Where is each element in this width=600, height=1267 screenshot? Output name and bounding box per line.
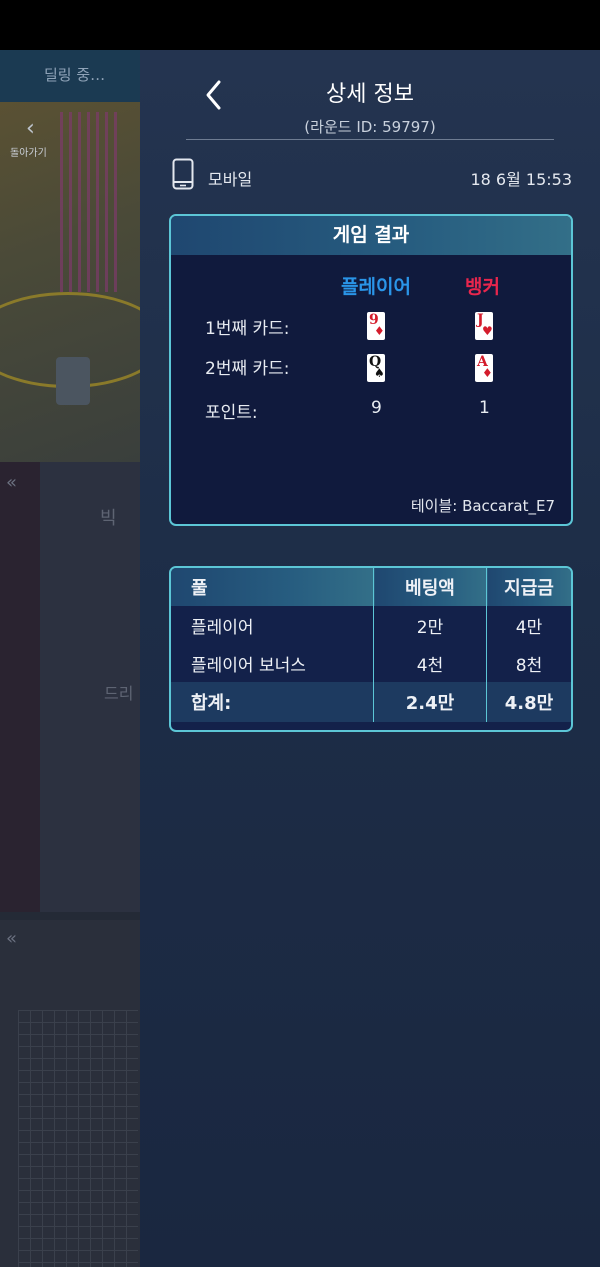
- table-row: 플레이어 2만 4만: [171, 606, 571, 644]
- background-back-icon: ‹: [26, 116, 35, 141]
- round-id: (라운드 ID: 59797): [304, 118, 436, 136]
- diamond-suit-icon: ♦: [374, 324, 385, 338]
- player-card-2: Q ♠: [367, 354, 385, 382]
- background-sidebar: [0, 462, 40, 912]
- banker-card-2: A ♦: [475, 354, 493, 382]
- total-label: 합계:: [171, 682, 374, 722]
- player-card-1: 9 ♦: [367, 312, 385, 340]
- background-video: ‹ 돌아가기: [0, 102, 140, 462]
- round-datetime: 18 6월 15:53: [470, 170, 572, 189]
- bet-table: 풀 베팅액 지급금 플레이어 2만 4만 플레이어 보너스 4천 8천 합계: …: [171, 568, 571, 722]
- diamond-suit-icon: ♦: [482, 366, 493, 380]
- background-panel: « 빅 드리: [0, 462, 140, 912]
- background-panel-text: 드리: [104, 684, 134, 703]
- card1-label: 1번째 카드:: [205, 319, 290, 339]
- page-title: 상세 정보: [326, 82, 414, 107]
- status-bar: [0, 0, 600, 50]
- background-back-label: 돌아가기: [10, 148, 47, 159]
- table-row: 플레이어 보너스 4천 8천: [171, 644, 571, 682]
- player-points: 9: [371, 398, 382, 418]
- spade-suit-icon: ♠: [374, 366, 385, 380]
- player-column-label: 플레이어: [341, 276, 411, 298]
- background-card-shoe: [56, 357, 90, 405]
- card2-label: 2번째 카드:: [205, 359, 290, 379]
- payout-cell: 8천: [486, 644, 571, 682]
- background-collapse-icon: «: [6, 928, 18, 949]
- banker-column-label: 뱅커: [465, 276, 500, 298]
- pool-cell: 플레이어: [171, 606, 374, 644]
- total-bet: 2.4만: [373, 682, 487, 722]
- pool-cell: 플레이어 보너스: [171, 644, 374, 682]
- bet-cell: 4천: [373, 644, 487, 682]
- total-payout: 4.8만: [486, 682, 571, 722]
- background-panel-text: 빅: [100, 508, 117, 529]
- game-result-panel: 게임 결과 플레이어 뱅커 1번째 카드: 2번째 카드: 포인트: 9 ♦ Q…: [169, 214, 573, 526]
- bet-summary-panel: 풀 베팅액 지급금 플레이어 2만 4만 플레이어 보너스 4천 8천 합계: …: [169, 566, 573, 732]
- total-row: 합계: 2.4만 4.8만: [171, 682, 571, 722]
- background-roadmap: «: [0, 920, 140, 1267]
- table-name: 테이블: Baccarat_E7: [410, 497, 555, 515]
- heart-suit-icon: ♥: [482, 324, 493, 338]
- background-roadmap-grid: [18, 1010, 138, 1267]
- banker-points: 1: [479, 398, 490, 418]
- bet-cell: 2만: [373, 606, 487, 644]
- game-result-header: 게임 결과: [171, 216, 571, 255]
- background-app: 딜링 중… ‹ 돌아가기 « 빅 드리 «: [0, 50, 140, 1267]
- pool-header: 풀: [171, 568, 374, 606]
- header-divider: [186, 139, 554, 140]
- device-row: 모바일 18 6월 15:53: [172, 158, 572, 190]
- detail-drawer: 상세 정보 (라운드 ID: 59797) 모바일 18 6월 15:53 게임…: [140, 50, 600, 1267]
- background-top-bar: 딜링 중…: [0, 50, 140, 102]
- background-lights: [60, 112, 120, 292]
- mobile-phone-icon: [172, 158, 194, 190]
- bet-header: 베팅액: [373, 568, 487, 606]
- payout-header: 지급금: [486, 568, 571, 606]
- bet-table-header: 풀 베팅액 지급금: [171, 568, 571, 606]
- banker-card-1: J ♥: [475, 312, 493, 340]
- payout-cell: 4만: [486, 606, 571, 644]
- points-label: 포인트:: [205, 403, 258, 423]
- background-dealing-label: 딜링 중…: [44, 66, 106, 84]
- device-label: 모바일: [208, 170, 253, 189]
- background-collapse-icon: «: [6, 472, 18, 493]
